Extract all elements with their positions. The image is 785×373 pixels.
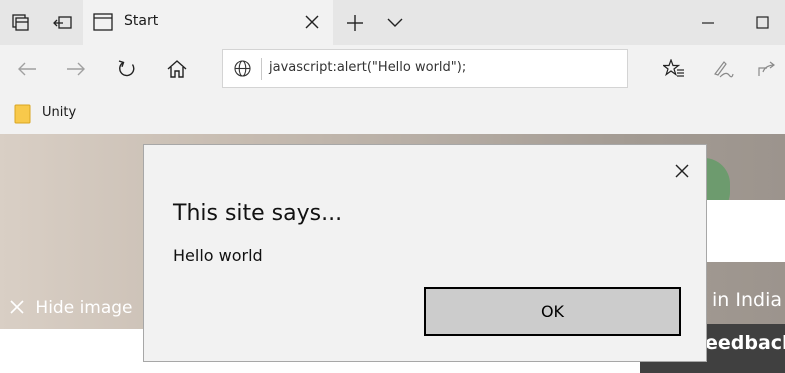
alert-dialog: This site says... Hello world OK: [143, 144, 707, 362]
favorites-star-icon: [663, 59, 685, 79]
dialog-message: Hello world: [173, 246, 263, 265]
globe-icon: [234, 60, 251, 77]
dialog-close-button[interactable]: [670, 159, 694, 183]
maximize-icon: [755, 16, 769, 29]
hide-image-label: Hide image: [35, 298, 133, 318]
back-tabs-icon: [52, 15, 73, 31]
new-tab-button[interactable]: [336, 0, 374, 45]
favorite-item-unity[interactable]: Unity: [12, 93, 92, 134]
close-icon: [675, 164, 689, 178]
tab-start[interactable]: Start: [83, 0, 333, 45]
web-note-button[interactable]: [701, 45, 745, 93]
content-card: [706, 200, 785, 262]
close-icon: [304, 14, 320, 30]
favorites-button[interactable]: [652, 45, 696, 93]
back-button[interactable]: [5, 45, 49, 93]
address-input[interactable]: javascript:alert("Hello world");: [269, 60, 466, 75]
refresh-button[interactable]: [105, 45, 149, 93]
folder-icon: [14, 104, 32, 124]
pen-icon: [712, 59, 734, 79]
tab-manager-icon: [12, 13, 30, 32]
home-icon: [167, 59, 187, 79]
tab-manager-button[interactable]: [0, 0, 42, 45]
forward-button[interactable]: [54, 45, 98, 93]
plus-icon: [346, 14, 364, 32]
forward-arrow-icon: [66, 61, 86, 77]
maximize-button[interactable]: [739, 0, 785, 45]
share-icon: [757, 60, 779, 78]
share-button[interactable]: [750, 45, 785, 93]
ok-button[interactable]: OK: [424, 287, 681, 336]
close-icon: [10, 300, 24, 314]
tab-title: Start: [124, 13, 159, 29]
tab-preview-button[interactable]: [376, 0, 414, 45]
favorites-bar: Unity: [0, 93, 785, 134]
hide-image-button[interactable]: Hide image: [10, 298, 133, 318]
minimize-icon: [702, 21, 714, 25]
tab-page-icon: [93, 13, 113, 31]
minimize-button[interactable]: [685, 0, 731, 45]
favorite-label: Unity: [42, 105, 77, 120]
address-divider: [261, 58, 262, 80]
chevron-down-icon: [386, 17, 404, 29]
feedback-link[interactable]: eedback: [705, 332, 785, 354]
navigation-bar: javascript:alert("Hello world");: [0, 45, 785, 93]
close-tab-button[interactable]: [304, 14, 320, 30]
refresh-icon: [117, 59, 137, 79]
home-button[interactable]: [155, 45, 199, 93]
dialog-title: This site says...: [173, 201, 343, 226]
set-aside-tabs-button[interactable]: [42, 0, 83, 45]
title-bar: Start: [0, 0, 785, 45]
back-arrow-icon: [17, 61, 37, 77]
address-bar[interactable]: javascript:alert("Hello world");: [222, 49, 628, 88]
headline-text: in India: [712, 289, 782, 311]
